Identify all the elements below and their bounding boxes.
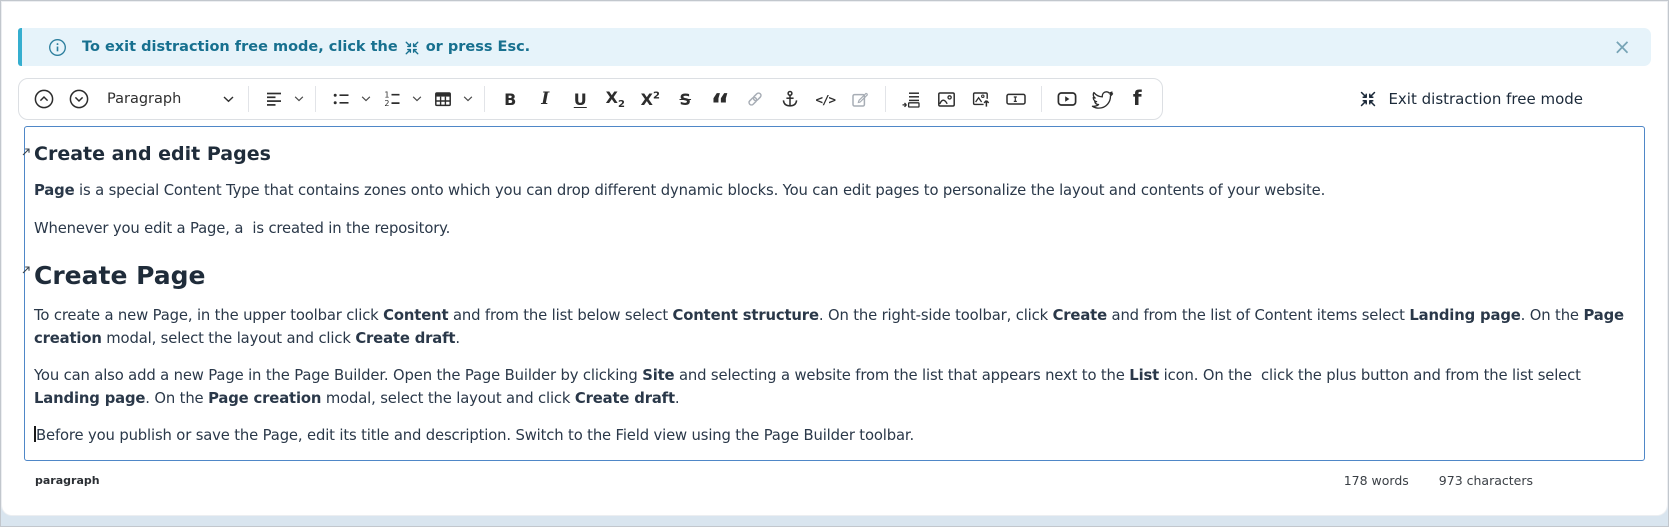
anchor-icon	[780, 89, 800, 109]
paragraph: Before you publish or save the Page, edi…	[34, 425, 1635, 448]
align-dropdown-chevron[interactable]	[291, 84, 307, 114]
paragraph: To create a new Page, in the upper toolb…	[34, 305, 1635, 350]
link-button[interactable]	[738, 84, 772, 114]
move-down-button[interactable]	[62, 84, 96, 114]
subscript-button[interactable]: X2	[598, 84, 632, 114]
code-button[interactable]: </>	[808, 84, 842, 114]
toolbar-separator	[315, 86, 316, 112]
editor-status-bar: paragraph 178 words 973 characters	[2, 461, 1667, 488]
italic-button[interactable]: I	[528, 84, 562, 114]
code-icon: </>	[815, 92, 835, 107]
character-count: 973 characters	[1439, 473, 1533, 488]
current-block-type: paragraph	[35, 474, 100, 487]
toolbar-row: Paragraph	[18, 78, 1651, 120]
insert-table-button[interactable]	[426, 84, 460, 114]
heading-widget-marker-icon	[22, 148, 30, 156]
insert-image-button[interactable]	[929, 84, 963, 114]
word-count: 178 words	[1344, 473, 1409, 488]
heading-create-and-edit-pages: Create and edit Pages	[34, 143, 1635, 165]
superscript-icon: X2	[641, 90, 660, 109]
edit-box-icon	[850, 89, 870, 109]
toolbar-separator	[484, 86, 485, 112]
superscript-button[interactable]: X2	[633, 84, 667, 114]
paragraph: You can also add a new Page in the Page …	[34, 365, 1635, 410]
bold-button[interactable]: B	[493, 84, 527, 114]
strikethrough-icon: S	[680, 90, 692, 109]
svg-text:2: 2	[385, 99, 390, 108]
facebook-icon: f	[1133, 86, 1142, 110]
info-icon	[48, 38, 67, 57]
table-dropdown-chevron[interactable]	[460, 84, 476, 114]
numbered-list-dropdown-chevron[interactable]	[409, 84, 425, 114]
close-icon: ×	[1613, 35, 1631, 59]
youtube-icon	[1056, 88, 1078, 110]
paragraph: Whenever you edit a Page, a is created i…	[34, 218, 1635, 241]
twitter-icon	[1091, 88, 1114, 111]
notification-text-after: or press Esc.	[426, 39, 530, 55]
notification-close-button[interactable]: ×	[1613, 37, 1631, 58]
arrow-down-circle-icon	[68, 88, 90, 110]
embed-youtube-button[interactable]	[1050, 84, 1084, 114]
toolbar-separator	[248, 86, 249, 112]
bulleted-list-dropdown-chevron[interactable]	[358, 84, 374, 114]
image-upload-icon	[971, 89, 992, 110]
insert-block-icon	[901, 89, 922, 110]
upload-image-button[interactable]	[964, 84, 998, 114]
insert-block-button[interactable]	[894, 84, 928, 114]
toolbar-separator	[1041, 86, 1042, 112]
notification-text-before: To exit distraction free mode, click the	[82, 39, 398, 55]
toolbar-separator	[885, 86, 886, 112]
exit-distraction-free-label: Exit distraction free mode	[1388, 90, 1583, 108]
table-icon	[433, 89, 453, 109]
heading-widget-marker-icon	[22, 266, 30, 274]
move-up-button[interactable]	[27, 84, 61, 114]
bulleted-list-button[interactable]	[324, 84, 358, 114]
edit-source-button[interactable]	[843, 84, 877, 114]
rich-text-editing-area[interactable]: Create and edit Pages Page is a special …	[24, 126, 1645, 461]
subscript-icon: X2	[606, 88, 625, 110]
bold-icon: B	[504, 90, 516, 109]
image-icon	[936, 89, 957, 110]
underline-icon: U	[574, 90, 587, 109]
bulleted-list-icon	[331, 89, 351, 109]
editor-panel: To exit distraction free mode, click the…	[2, 2, 1667, 515]
heading-create-page: Create Page	[34, 261, 1635, 290]
app-frame: To exit distraction free mode, click the…	[0, 0, 1669, 527]
notification-text: To exit distraction free mode, click the…	[82, 39, 530, 55]
paragraph-style-dropdown[interactable]: Paragraph	[97, 84, 240, 114]
paragraph-style-label: Paragraph	[107, 91, 181, 107]
align-left-button[interactable]	[257, 84, 291, 114]
anchor-button[interactable]	[773, 84, 807, 114]
heading-text: Create Page	[34, 261, 205, 290]
editor-toolbar: Paragraph	[18, 78, 1163, 120]
exit-distraction-free-button[interactable]: Exit distraction free mode	[1359, 90, 1583, 108]
align-left-icon	[264, 89, 284, 109]
insert-field-button[interactable]	[999, 84, 1033, 114]
strikethrough-button[interactable]: S	[668, 84, 702, 114]
arrow-up-circle-icon	[33, 88, 55, 110]
block-quote-button[interactable]: “	[703, 84, 737, 114]
distraction-free-notification: To exit distraction free mode, click the…	[18, 28, 1651, 66]
numbered-list-button[interactable]: 12	[375, 84, 409, 114]
collapse-icon	[404, 40, 420, 56]
italic-icon: I	[541, 89, 549, 109]
underline-button[interactable]: U	[563, 84, 597, 114]
embed-twitter-button[interactable]	[1085, 84, 1119, 114]
paragraph: Page is a special Content Type that cont…	[34, 180, 1635, 203]
chevron-down-icon	[223, 96, 234, 103]
embed-facebook-button[interactable]: f	[1120, 84, 1154, 114]
field-icon	[1005, 88, 1027, 110]
collapse-icon	[1359, 90, 1377, 108]
numbered-list-icon: 12	[382, 89, 402, 109]
quote-icon: “	[710, 101, 730, 111]
word-character-counts: 178 words 973 characters	[1344, 473, 1533, 488]
link-icon	[745, 89, 765, 109]
heading-text: Create and edit Pages	[34, 143, 271, 165]
